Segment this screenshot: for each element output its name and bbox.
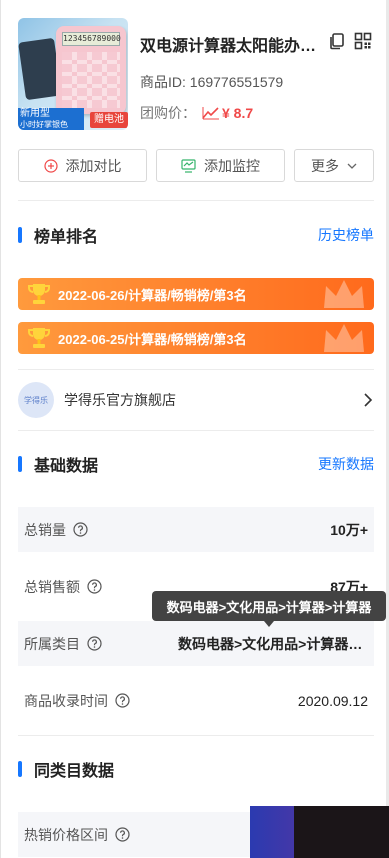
help-icon[interactable] bbox=[87, 636, 102, 651]
help-icon[interactable] bbox=[115, 693, 130, 708]
row-label-text: 热销价格区间 bbox=[24, 826, 108, 843]
group-price: 团购价： ¥ 8.7 bbox=[140, 103, 253, 123]
basic-data-section-header: 基础数据 更新数据 bbox=[18, 452, 374, 476]
row-value: 2020.09.12 bbox=[297, 692, 368, 709]
overlay-image-fragment bbox=[250, 806, 389, 858]
shop-name: 学得乐官方旗舰店 bbox=[64, 392, 176, 408]
help-icon[interactable] bbox=[73, 522, 88, 537]
data-row-total-sales: 总销量 10万+ bbox=[18, 507, 374, 552]
overlay-blue-region bbox=[250, 806, 294, 858]
history-ranking-link[interactable]: 历史榜单 bbox=[318, 225, 374, 245]
calculator-keys bbox=[62, 52, 120, 108]
product-title[interactable]: 双电源计算器太阳能办… bbox=[140, 32, 325, 56]
add-compare-label: 添加对比 bbox=[65, 157, 122, 174]
shop-row[interactable]: 学得乐 学得乐官方旗舰店 bbox=[18, 380, 374, 420]
product-thumbnail[interactable]: 123456789000 新用型 小时好掌银色 赠电池 bbox=[18, 18, 128, 130]
ranking-item[interactable]: 2022-06-26/计算器/畅销榜/第3名 bbox=[18, 278, 374, 310]
row-label: 总销量 bbox=[24, 520, 88, 540]
category-tooltip: 数码电器>文化用品>计算器>计算器 bbox=[152, 591, 386, 621]
row-label-text: 所属类目 bbox=[24, 635, 80, 652]
section-accent-bar bbox=[18, 227, 22, 243]
thumbnail-tag-line1: 新用型 bbox=[20, 108, 50, 119]
trophy-icon bbox=[28, 284, 50, 304]
row-label-text: 商品收录时间 bbox=[24, 692, 108, 709]
add-monitor-button[interactable]: 添加监控 bbox=[156, 149, 285, 182]
divider bbox=[18, 369, 374, 370]
product-id: 商品ID: 169776551579 bbox=[140, 74, 284, 90]
add-circle-icon bbox=[43, 158, 58, 173]
tooltip-arrow bbox=[264, 621, 274, 627]
chevron-down-icon bbox=[347, 163, 357, 169]
row-value[interactable]: 数码电器>文化用品>计算器>... bbox=[178, 634, 368, 654]
divider bbox=[18, 200, 374, 201]
more-label: 更多 bbox=[311, 157, 339, 174]
thumbnail-tag-left: 新用型 小时好掌银色 bbox=[18, 108, 84, 130]
shop-avatar: 学得乐 bbox=[18, 382, 54, 418]
ranking-text: 2022-06-25/计算器/畅销榜/第3名 bbox=[58, 331, 247, 347]
chevron-right-icon bbox=[364, 393, 373, 407]
divider bbox=[18, 430, 374, 431]
window-frame-left bbox=[0, 0, 1, 858]
ranking-title: 榜单排名 bbox=[34, 229, 99, 246]
ranking-item[interactable]: 2022-06-25/计算器/畅销榜/第3名 bbox=[18, 322, 374, 354]
price-trend-icon[interactable] bbox=[202, 106, 220, 120]
refresh-data-link[interactable]: 更新数据 bbox=[318, 454, 374, 474]
row-label-text: 总销售额 bbox=[24, 578, 80, 595]
data-row-category: 所属类目 数码电器>文化用品>计算器>... bbox=[18, 621, 374, 666]
crown-icon bbox=[324, 324, 364, 352]
trophy-icon bbox=[28, 328, 50, 348]
row-value: 10万+ bbox=[330, 521, 368, 538]
similar-data-title: 同类目数据 bbox=[34, 763, 115, 780]
row-label: 商品收录时间 bbox=[24, 691, 130, 711]
row-label: 总销售额 bbox=[24, 577, 102, 597]
price-value: ¥ 8.7 bbox=[222, 105, 254, 121]
thumbnail-tag-right: 赠电池 bbox=[90, 112, 128, 128]
product-header: 123456789000 新用型 小时好掌银色 赠电池 双电源计算器太阳能办… … bbox=[18, 18, 376, 130]
help-icon[interactable] bbox=[87, 579, 102, 594]
monitor-icon bbox=[181, 158, 196, 173]
row-label: 热销价格区间 bbox=[24, 825, 130, 845]
calculator-screen: 123456789000 bbox=[62, 32, 121, 46]
more-button[interactable]: 更多 bbox=[294, 149, 374, 182]
thumbnail-tag-line2: 小时好掌银色 bbox=[20, 120, 68, 129]
section-accent-bar bbox=[18, 456, 22, 472]
add-compare-button[interactable]: 添加对比 bbox=[18, 149, 147, 182]
row-label-text: 总销量 bbox=[24, 521, 66, 538]
data-row-indexed-date: 商品收录时间 2020.09.12 bbox=[18, 678, 374, 723]
similar-data-section-header: 同类目数据 bbox=[18, 757, 374, 781]
help-icon[interactable] bbox=[115, 827, 130, 842]
ranking-section-header: 榜单排名 历史榜单 bbox=[18, 223, 374, 247]
copy-icon[interactable] bbox=[328, 32, 346, 50]
divider bbox=[18, 735, 374, 736]
crown-icon bbox=[324, 280, 364, 308]
ranking-text: 2022-06-26/计算器/畅销榜/第3名 bbox=[58, 287, 247, 303]
price-label: 团购价： bbox=[140, 105, 196, 121]
add-monitor-label: 添加监控 bbox=[204, 157, 260, 174]
calculator-image: 123456789000 bbox=[56, 26, 126, 114]
row-label: 所属类目 bbox=[24, 634, 102, 654]
section-accent-bar bbox=[18, 761, 22, 777]
basic-data-title: 基础数据 bbox=[34, 458, 99, 475]
qrcode-icon[interactable] bbox=[354, 32, 372, 50]
